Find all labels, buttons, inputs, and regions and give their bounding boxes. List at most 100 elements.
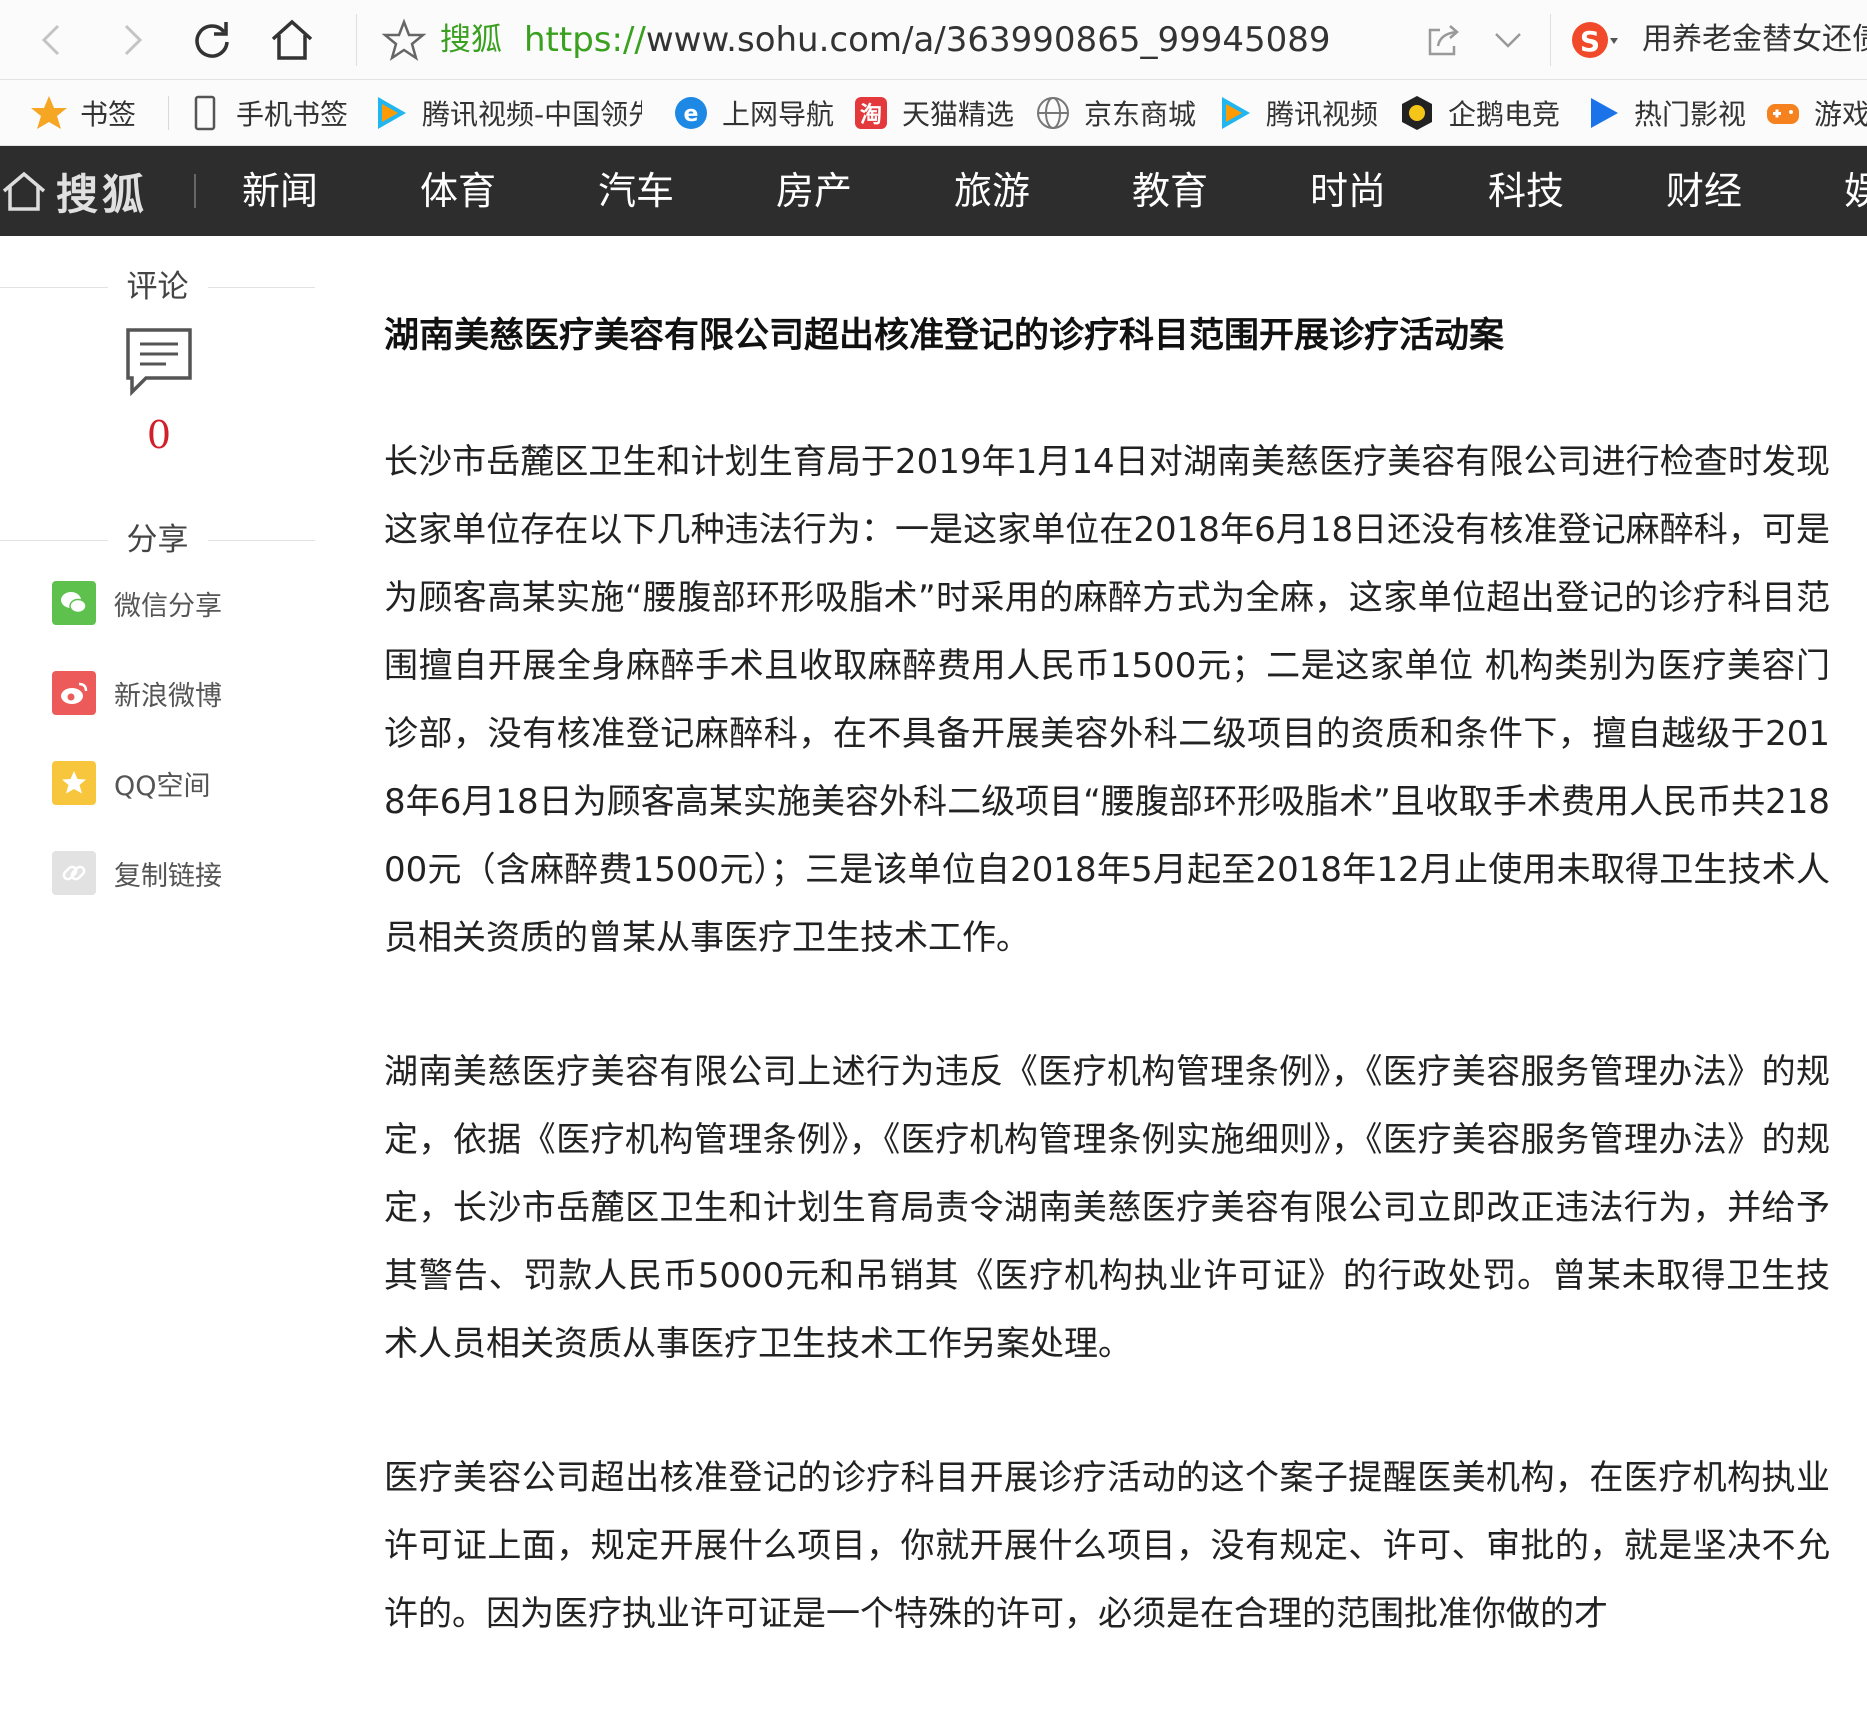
sogou-logo-icon: S	[1572, 22, 1618, 58]
bookmark-item-movies[interactable]: 热门影视	[1584, 80, 1747, 145]
tencent-video-icon	[372, 94, 410, 132]
bookmark-label: 京东商城	[1084, 98, 1197, 131]
nav-item-fashion[interactable]: 时尚	[1310, 146, 1386, 236]
share-label: 新浪微博	[114, 680, 222, 712]
globe-icon	[1034, 94, 1072, 132]
chevron-down-icon	[1495, 33, 1521, 48]
bookmark-label: 腾讯视频	[1266, 98, 1379, 131]
nav-item-auto[interactable]: 汽车	[598, 146, 674, 236]
bookmark-label: 手机书签	[236, 98, 349, 131]
bookmark-item-jd[interactable]: 京东商城	[1034, 80, 1197, 145]
bookmark-item-nav[interactable]: e 上网导航	[672, 80, 834, 145]
link-icon	[52, 851, 96, 895]
chevron-right-icon	[124, 24, 143, 56]
share-page-button[interactable]	[1424, 20, 1464, 60]
article-paragraph: 医疗美容公司超出核准登记的诊疗科目开展诊疗活动的这个案子提醒医美机构，在医疗机构…	[384, 1458, 1830, 1634]
bookmark-item-tencent-video[interactable]: 腾讯视频	[1216, 80, 1379, 145]
bookmark-label: 热门影视	[1634, 98, 1747, 131]
home-button[interactable]	[260, 8, 324, 72]
wechat-icon	[52, 581, 96, 625]
divider-line	[208, 540, 315, 541]
back-button[interactable]	[20, 8, 84, 72]
url-scheme: https://	[524, 20, 646, 60]
home-icon	[2, 171, 46, 211]
comment-count[interactable]: 0	[124, 410, 194, 460]
nav-item-finance[interactable]: 财经	[1666, 146, 1742, 236]
toolbar-divider	[356, 14, 357, 66]
bookmark-item-tencent-video-full[interactable]: 腾讯视频-中国领先	[372, 80, 642, 145]
bookmark-item-tmall[interactable]: 淘 天猫精选	[852, 80, 1015, 145]
bookmark-label: 腾讯视频-中国领先	[422, 98, 642, 131]
bookmark-star-button[interactable]	[381, 18, 427, 62]
weibo-icon	[52, 671, 96, 715]
comment-section-title: 评论	[0, 262, 315, 312]
penguin-esports-icon	[1398, 94, 1436, 132]
share-label: 微信分享	[114, 590, 222, 622]
nav-item-tech[interactable]: 科技	[1488, 146, 1564, 236]
phone-icon	[186, 94, 224, 132]
tmall-icon: 淘	[852, 94, 890, 132]
svg-text:淘: 淘	[860, 102, 882, 128]
comment-title-text: 评论	[126, 269, 189, 305]
article-body: 湖南美慈医疗美容有限公司超出核准登记的诊疗科目范围开展诊疗活动案 长沙市岳麓区卫…	[384, 300, 1830, 1714]
share-title-text: 分享	[126, 522, 189, 558]
tencent-video-icon	[1216, 94, 1254, 132]
bookmark-item-bookmarks[interactable]: 书签	[30, 80, 137, 145]
browser-toolbar: 搜狐 https://www.sohu.com/a/363990865_9994…	[0, 0, 1867, 80]
share-weibo-button[interactable]: 新浪微博	[52, 669, 222, 717]
nav-item-sports[interactable]: 体育	[420, 146, 496, 236]
article-paragraph: 湖南美慈医疗美容有限公司上述行为违反《医疗机构管理条例》，《医疗美容服务管理办法…	[384, 1052, 1830, 1364]
url-text: www.sohu.com/a/363990865_99945089	[645, 20, 1331, 60]
forward-button[interactable]	[100, 8, 164, 72]
nav-item-news[interactable]: 新闻	[242, 146, 318, 236]
star-filled-icon	[30, 94, 68, 132]
bookmark-label: 天猫精选	[902, 98, 1015, 131]
refresh-icon	[195, 22, 229, 58]
qzone-star-icon	[52, 761, 96, 805]
comment-icon	[126, 328, 192, 397]
nav-item-realestate[interactable]: 房产	[776, 146, 852, 236]
address-dropdown-button[interactable]	[1488, 20, 1528, 60]
gamepad-icon	[1764, 94, 1802, 132]
copy-link-button[interactable]: 复制链接	[52, 849, 222, 897]
chevron-left-icon	[41, 24, 60, 56]
home-icon	[271, 19, 313, 60]
bookmark-item-mobile[interactable]: 手机书签	[186, 80, 349, 145]
share-section-title: 分享	[0, 515, 315, 565]
nav-item-education[interactable]: 教育	[1132, 146, 1208, 236]
comment-button[interactable]	[124, 326, 194, 397]
bookmarks-bar: 书签 手机书签 腾讯视频-中国领先 e 上网导航 淘 天猫精选 京东商城 腾讯视…	[0, 80, 1867, 146]
bookmark-divider	[168, 96, 169, 130]
nav-divider	[194, 174, 196, 208]
search-suggestion[interactable]: 用养老金替女还债	[1642, 18, 1867, 62]
divider-line	[208, 287, 315, 288]
nav-item-entertainment[interactable]: 娱	[1844, 146, 1867, 236]
address-bar[interactable]: https://www.sohu.com/a/363990865_9994508…	[524, 18, 1331, 62]
divider-line	[0, 540, 108, 541]
bookmark-label: 游戏	[1814, 98, 1867, 131]
play-icon	[1584, 94, 1622, 132]
svg-text:e: e	[684, 102, 699, 127]
toolbar-divider	[1550, 14, 1551, 66]
site-name: 搜狐	[440, 22, 502, 58]
share-icon	[1428, 25, 1459, 56]
divider-line	[0, 287, 108, 288]
bookmark-label: 书签	[80, 98, 137, 131]
share-qzone-button[interactable]: QQ空间	[52, 759, 211, 807]
bookmark-label: 企鹅电竞	[1448, 98, 1561, 131]
refresh-button[interactable]	[180, 8, 244, 72]
share-wechat-button[interactable]: 微信分享	[52, 579, 222, 627]
article-title: 湖南美慈医疗美容有限公司超出核准登记的诊疗科目范围开展诊疗活动案	[384, 316, 1505, 356]
site-navbar: 搜狐 新闻 体育 汽车 房产 旅游 教育 时尚 科技 财经 娱	[0, 146, 1867, 236]
svg-text:S: S	[1580, 25, 1600, 58]
logo-text: 搜狐	[56, 169, 149, 219]
bookmark-item-games[interactable]: 游戏	[1764, 80, 1867, 145]
sohu-logo[interactable]: 搜狐	[0, 146, 148, 236]
share-label: 复制链接	[114, 860, 222, 892]
search-engine-button[interactable]: S	[1568, 14, 1620, 66]
article-paragraph: 长沙市岳麓区卫生和计划生育局于2019年1月14日对湖南美慈医疗美容有限公司进行…	[384, 442, 1830, 958]
ie-browser-icon: e	[672, 94, 710, 132]
nav-item-travel[interactable]: 旅游	[954, 146, 1030, 236]
share-label: QQ空间	[114, 770, 211, 802]
bookmark-item-esports[interactable]: 企鹅电竞	[1398, 80, 1561, 145]
